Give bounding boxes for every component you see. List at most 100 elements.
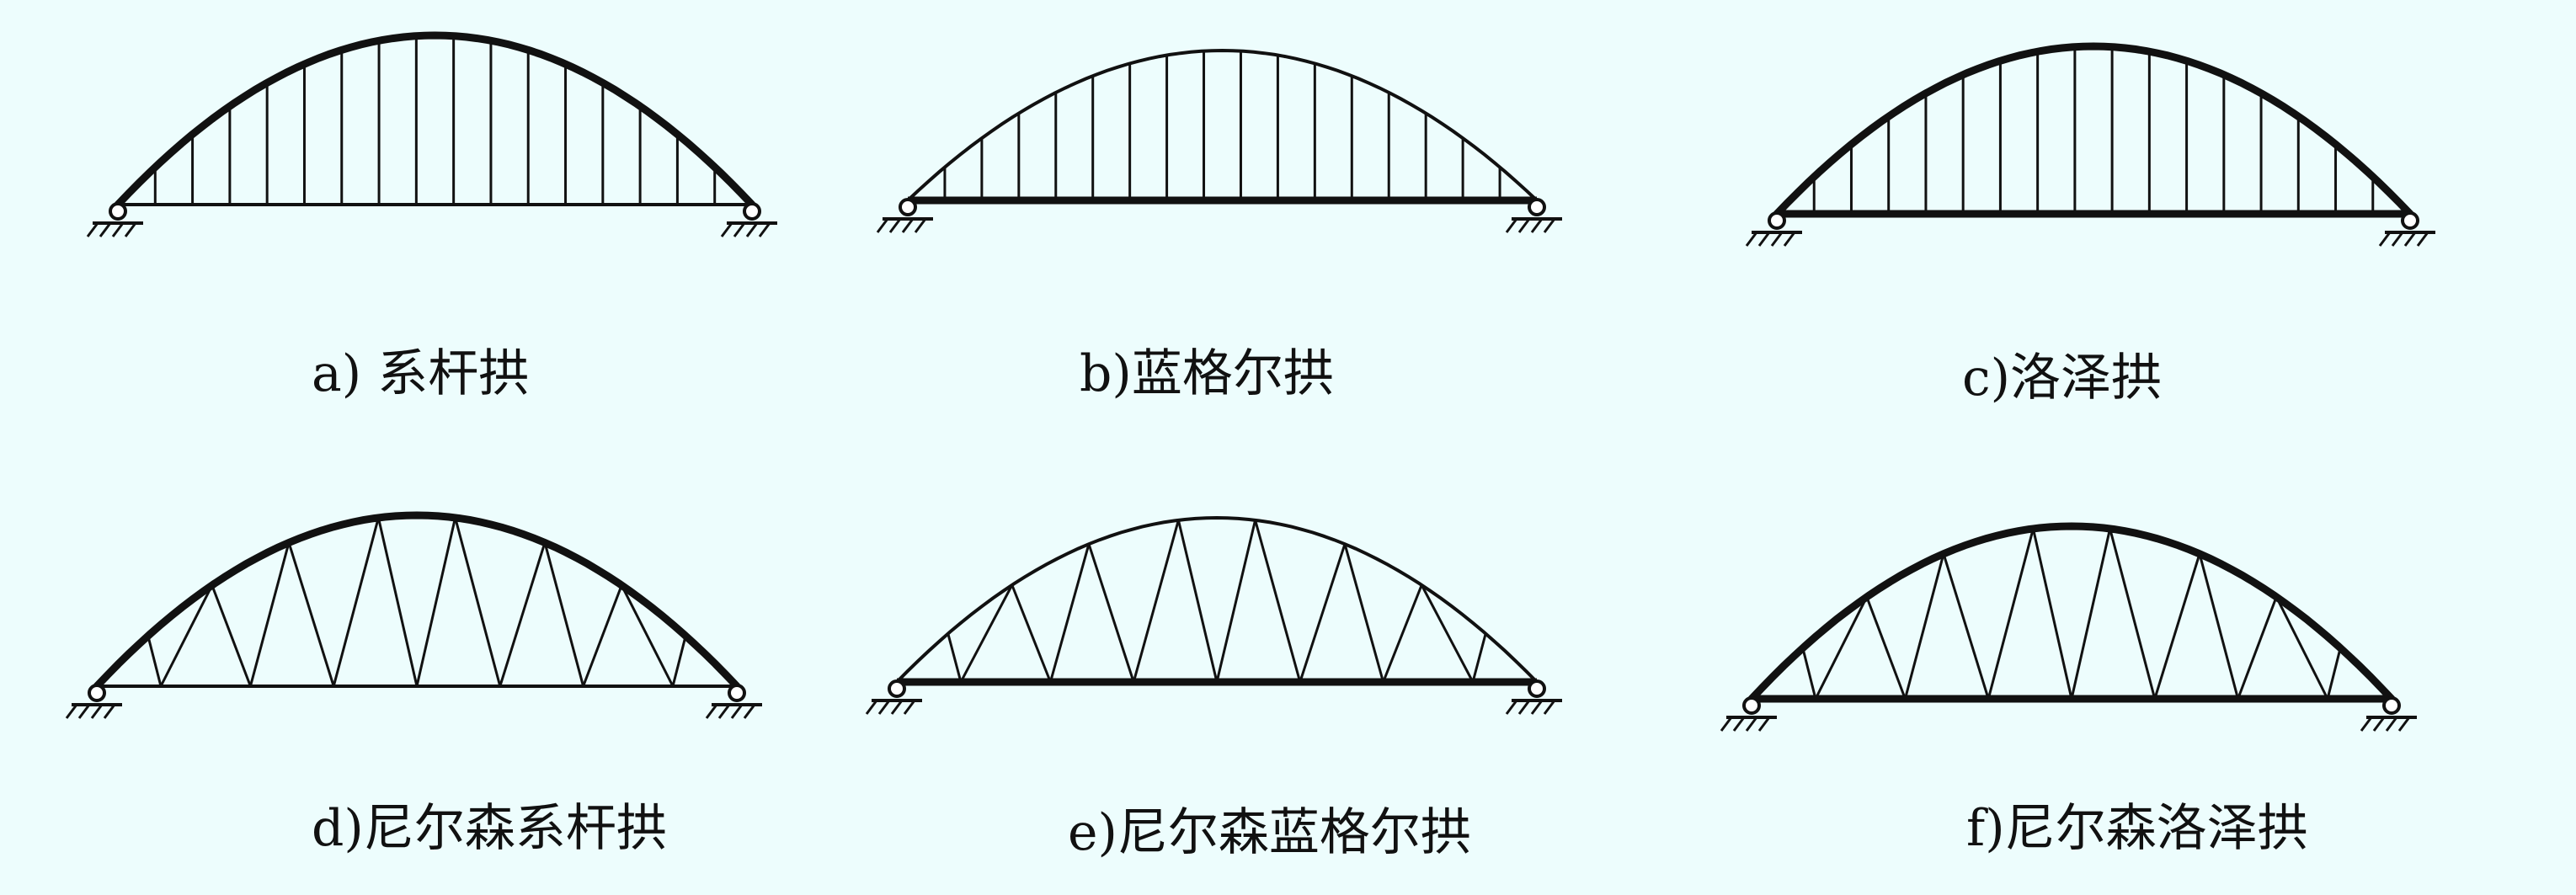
inclined-hanger: [1087, 543, 1135, 683]
ground-hatch-left: [77, 704, 91, 719]
arch-rib: [906, 48, 1539, 202]
inclined-hanger: [1343, 543, 1385, 683]
inclined-hanger: [287, 542, 335, 687]
ground-hatch-left: [124, 222, 137, 237]
inclined-hanger: [1176, 519, 1219, 683]
ground-hatch-left: [877, 700, 891, 715]
figure-b: [876, 48, 1562, 233]
hinge-right: [728, 684, 746, 702]
inclined-hanger: [376, 517, 419, 687]
inclined-hanger: [1254, 519, 1302, 683]
figure-a: [86, 31, 777, 237]
inclined-hanger: [2198, 553, 2240, 700]
hinge-left: [109, 202, 127, 221]
ground-hatch-right: [1517, 218, 1531, 233]
ground-hatch-right: [2378, 232, 2392, 247]
inclined-hanger: [2237, 596, 2278, 700]
inclined-hanger: [1801, 647, 1817, 700]
ground-hatch-left: [901, 218, 915, 233]
ground-hatch-left: [876, 218, 889, 233]
ground-hatch-right: [720, 222, 733, 237]
ground-hatch-left: [1732, 717, 1746, 732]
caption-e: e)尼尔森蓝格尔拱: [1068, 803, 1471, 862]
caption-d: d)尼尔森系杆拱: [312, 799, 667, 858]
arch-rib: [93, 511, 741, 690]
inclined-hanger: [1865, 596, 1907, 700]
inclined-hanger: [1471, 633, 1487, 683]
inclined-hanger: [1987, 528, 2035, 700]
ground-hatch-left: [1745, 232, 1758, 247]
ground-hatch-left: [903, 700, 916, 715]
ground-hatch-right: [733, 222, 746, 237]
ground-hatch-right: [2372, 717, 2386, 732]
inclined-hanger: [959, 584, 1014, 683]
arch-rib: [1773, 42, 2414, 218]
ground-hatch-left: [1745, 717, 1758, 732]
inclined-hanger: [499, 542, 547, 687]
inclined-hanger: [454, 517, 502, 687]
ground-hatch-left: [890, 700, 904, 715]
caption-f: f)尼尔森洛泽拱: [1966, 799, 2308, 858]
ground-hatch-left: [1757, 232, 1771, 247]
inclined-hanger: [1132, 519, 1180, 683]
ground-hatch-left: [103, 704, 116, 719]
inclined-hanger: [415, 517, 457, 687]
ground-hatch-left: [1720, 717, 1733, 732]
ground-hatch-left: [111, 222, 125, 237]
hinge-right: [2382, 696, 2401, 715]
ground-hatch-right: [1517, 700, 1531, 715]
ground-hatch-right: [2397, 717, 2411, 732]
figure-canvas: a) 系杆拱 b)蓝格尔拱 c)洛泽拱 d)尼尔森系杆拱 e)尼尔森蓝格尔拱 f…: [0, 0, 2576, 895]
inclined-hanger: [582, 584, 623, 687]
ground-hatch-right: [1543, 700, 1556, 715]
inclined-hanger: [1382, 584, 1423, 683]
ground-hatch-right: [758, 222, 771, 237]
hinge-right: [1528, 198, 1546, 216]
ground-hatch-left: [99, 222, 112, 237]
hinge-left: [888, 679, 906, 698]
ground-hatch-left: [865, 700, 878, 715]
ground-hatch-right: [745, 222, 759, 237]
hinge-right: [2401, 211, 2419, 230]
inclined-hanger: [2109, 528, 2157, 700]
ground-hatch-left: [1757, 717, 1771, 732]
inclined-hanger: [2326, 647, 2342, 700]
ground-hatch-right: [730, 704, 744, 719]
arch-bridge-diagrams: [65, 31, 2435, 732]
ground-hatch-right: [743, 704, 756, 719]
figure-f: [1720, 522, 2417, 732]
inclined-hanger: [1420, 584, 1475, 683]
ground-hatch-left: [1770, 232, 1784, 247]
caption-c: c)洛泽拱: [1962, 349, 2163, 408]
hinge-left: [88, 684, 106, 702]
ground-hatch-right: [2360, 717, 2373, 732]
inclined-hanger: [1215, 519, 1257, 683]
inclined-hanger: [2031, 528, 2073, 700]
hinge-left: [899, 198, 917, 216]
ground-hatch-right: [1530, 218, 1544, 233]
ground-hatch-left: [888, 218, 902, 233]
ground-hatch-right: [2403, 232, 2417, 247]
ground-hatch-left: [914, 218, 927, 233]
hinge-left: [1742, 696, 1761, 715]
inclined-hanger: [211, 584, 252, 687]
inclined-hanger: [1048, 543, 1091, 683]
inclined-hanger: [1903, 553, 1945, 700]
arch-rib: [895, 515, 1539, 684]
ground-hatch-left: [90, 704, 104, 719]
ground-hatch-left: [1783, 232, 1796, 247]
ground-hatch-right: [1505, 218, 1518, 233]
ground-hatch-right: [2391, 232, 2404, 247]
figure-c: [1745, 42, 2435, 247]
inclined-hanger: [147, 635, 163, 687]
hinge-right: [743, 202, 761, 221]
ground-hatch-left: [86, 222, 99, 237]
caption-a: a) 系杆拱: [312, 344, 530, 403]
inclined-hanger: [1299, 543, 1347, 683]
arch-rib: [1747, 522, 2396, 703]
inclined-hanger: [248, 542, 291, 687]
inclined-hanger: [2070, 528, 2112, 700]
inclined-hanger: [543, 542, 585, 687]
ground-hatch-right: [717, 704, 731, 719]
ground-hatch-right: [1530, 700, 1544, 715]
